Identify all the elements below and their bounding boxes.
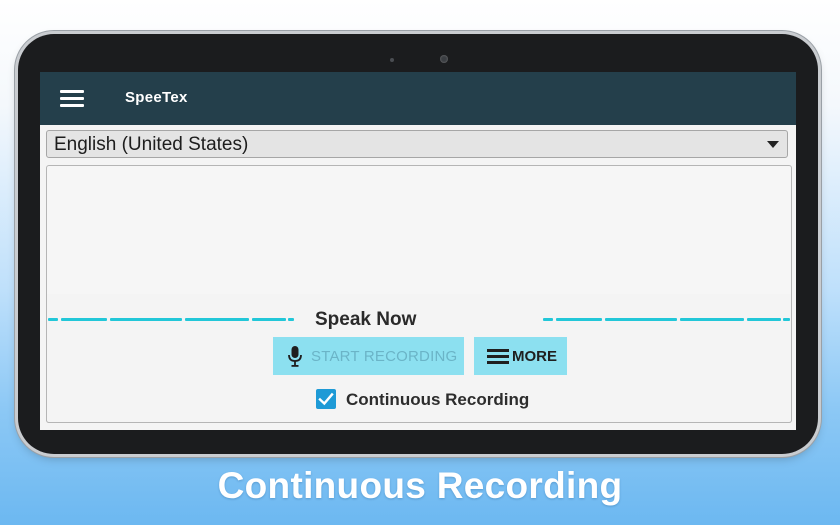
wave-segment — [556, 318, 602, 321]
language-dropdown[interactable]: English (United States) — [46, 130, 788, 158]
promo-caption: Continuous Recording — [217, 465, 623, 506]
menu-lines-icon — [487, 349, 509, 364]
dropdown-arrow-icon — [767, 141, 779, 148]
wave-segment — [252, 318, 286, 321]
continuous-recording-checkbox[interactable] — [316, 389, 336, 409]
sensor-dot — [390, 58, 394, 62]
wave-segment — [61, 318, 107, 321]
wave-segment — [605, 318, 677, 321]
continuous-recording-label: Continuous Recording — [346, 390, 530, 409]
start-recording-button[interactable]: START RECORDING — [273, 337, 464, 375]
app-title: SpeeTex — [125, 89, 188, 106]
wave-segment — [185, 318, 249, 321]
wave-segment — [680, 318, 744, 321]
wave-segment — [543, 318, 553, 321]
wave-segment — [288, 318, 294, 321]
hamburger-menu-icon[interactable] — [60, 90, 84, 108]
more-button[interactable]: MORE — [474, 337, 567, 375]
wave-segment — [48, 318, 58, 321]
wave-segment — [747, 318, 781, 321]
wave-segment — [783, 318, 790, 321]
more-label: MORE — [512, 348, 557, 365]
language-value: English (United States) — [54, 134, 249, 155]
wave-segment — [110, 318, 182, 321]
front-camera — [440, 55, 448, 63]
tablet-device: SpeeTex English (United States) Speak No… — [18, 34, 818, 454]
app-screen: SpeeTex English (United States) Speak No… — [40, 72, 796, 430]
speak-now-label: Speak Now — [315, 309, 417, 330]
microphone-icon — [288, 346, 302, 367]
start-recording-label: START RECORDING — [311, 348, 458, 365]
app-bar: SpeeTex — [40, 72, 796, 125]
checkmark-icon — [318, 392, 334, 406]
